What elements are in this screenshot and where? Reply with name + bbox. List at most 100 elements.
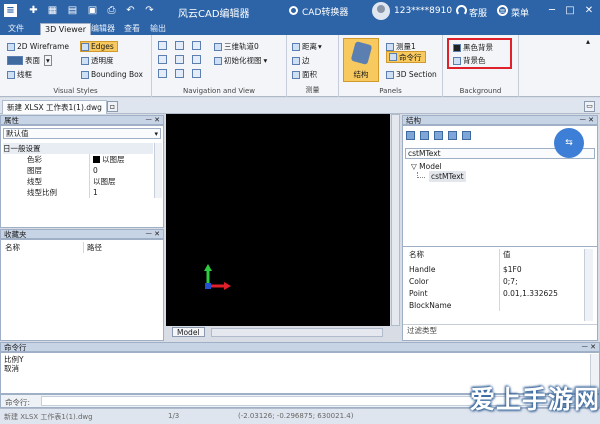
bounding-box-icon — [81, 70, 89, 79]
splitter[interactable] — [403, 246, 597, 247]
prop-value[interactable]: 以图层 — [93, 154, 125, 165]
3d-viewport[interactable] — [166, 114, 390, 326]
cad-converter-link[interactable]: CAD转换器 — [302, 5, 348, 18]
zoom-out-icon[interactable] — [192, 55, 201, 64]
document-tab[interactable]: 新建 XLSX 工作表1(1).dwg — [2, 100, 107, 114]
group-navigation: 三维轨道0 初始化视图 ▾ Navigation and View — [152, 35, 287, 97]
prop-value[interactable]: 0 — [93, 165, 98, 176]
status-coords: (-2.03126; -0.296875; 630021.4) — [238, 412, 354, 420]
orbit-button[interactable]: 三维轨道0 — [214, 41, 259, 52]
tab-menu-icon[interactable]: ▫ — [107, 101, 118, 112]
grid-icon[interactable]: ▦ — [46, 4, 59, 17]
tab-3d-viewer[interactable]: 3D Viewer — [40, 23, 91, 35]
3d-section-label: 3D Section — [396, 70, 437, 79]
collapse-panel-icon[interactable]: ⇆ — [554, 128, 584, 158]
grid-icon[interactable] — [434, 131, 443, 140]
structure-title: 结构 — [406, 116, 421, 125]
chevron-down-icon: ▾ — [154, 130, 158, 138]
prop-value[interactable]: 0.01,1.332625 — [503, 288, 558, 299]
export-icon[interactable] — [448, 131, 457, 140]
pin-icon[interactable]: ᅳ ✕ — [145, 116, 160, 125]
transparency-label: 透明度 — [91, 56, 114, 65]
undo-icon[interactable]: ↶ — [124, 4, 137, 17]
tab-file[interactable]: 文件 — [4, 23, 28, 35]
panels-label: Panels — [379, 87, 402, 95]
props-scrollbar[interactable] — [584, 249, 593, 321]
zoom-window-icon[interactable] — [175, 55, 184, 64]
columns-icon[interactable] — [420, 131, 429, 140]
structure-button[interactable]: 结构 — [343, 38, 379, 82]
menu-link[interactable]: 菜单 — [511, 6, 529, 19]
user-id[interactable]: 123****8910 — [394, 6, 452, 16]
section-general[interactable]: 日一般设置 — [3, 143, 153, 154]
save-icon[interactable]: ▣ — [86, 4, 99, 17]
list-icon[interactable] — [406, 131, 415, 140]
command-title: 命令行 — [4, 343, 27, 352]
tree-child[interactable]: cstMText — [429, 171, 466, 182]
edges-label: Edges — [91, 42, 114, 51]
rotate-icon[interactable] — [158, 69, 167, 78]
tab-editor[interactable]: 编辑器 — [87, 23, 119, 35]
pin-icon[interactable]: ᅳ ✕ — [579, 116, 594, 125]
close-icon[interactable]: ✕ — [583, 5, 595, 17]
close-doc-icon[interactable]: ▭ — [584, 101, 595, 112]
prop-value[interactable]: 1 — [93, 187, 98, 198]
pin-icon[interactable]: ᅳ ✕ — [145, 230, 160, 239]
navigation-label: Navigation and View — [183, 87, 255, 95]
edge-button[interactable]: 边 — [292, 55, 310, 66]
vertical-scrollbar[interactable] — [391, 114, 400, 326]
menu-icon: ≡ — [497, 5, 508, 16]
zoom-extents-icon[interactable] — [192, 69, 201, 78]
zoom-icon[interactable] — [175, 41, 184, 50]
structure-icon — [350, 41, 373, 65]
prop-value[interactable]: 以图层 — [93, 176, 116, 187]
edge-label: 边 — [302, 56, 310, 65]
pin-icon[interactable]: ᅳ ✕ — [581, 343, 596, 352]
edges-button[interactable]: Edges — [80, 41, 118, 52]
transparency-button[interactable]: 透明度 — [81, 55, 114, 66]
tree-root-label: Model — [419, 162, 442, 171]
favorites-col-name: 名称 — [5, 243, 20, 252]
3d-section-button[interactable]: 3D Section — [386, 69, 437, 80]
zoom-in-icon[interactable] — [192, 41, 201, 50]
area-button[interactable]: 面积 — [292, 69, 317, 80]
command-header: 命令行 ᅳ ✕ — [0, 342, 600, 352]
init-view-button[interactable]: 初始化视图 ▾ — [214, 55, 267, 66]
favorites-panel: 名称 路径 — [0, 239, 164, 341]
filter-input[interactable]: 过滤类型 — [403, 324, 597, 336]
service-link[interactable]: 客服 — [469, 6, 487, 19]
command-icon — [389, 53, 397, 61]
bounding-box-button[interactable]: Bounding Box — [81, 69, 143, 80]
print-icon[interactable]: ⎙ — [105, 4, 118, 17]
surface-dropdown[interactable]: 表面 ▾ — [7, 55, 52, 66]
ribbon-collapse-icon[interactable]: ▴ — [586, 37, 590, 46]
fit-icon[interactable] — [158, 55, 167, 64]
pan-icon[interactable] — [158, 41, 167, 50]
open-icon[interactable]: ▤ — [66, 4, 79, 17]
prop-value-text: 以图层 — [102, 155, 125, 164]
distance-button[interactable]: 距离 ▾ — [292, 41, 322, 52]
tab-view[interactable]: 查看 — [120, 23, 144, 35]
avatar[interactable] — [372, 2, 390, 20]
maximize-icon[interactable]: □ — [564, 5, 576, 17]
filter-icon[interactable] — [462, 131, 471, 140]
lines-icon — [7, 70, 15, 79]
prop-value[interactable]: 0;7; — [503, 276, 518, 287]
wireframe-button[interactable]: 2D Wireframe — [7, 41, 69, 52]
area-label: 面积 — [302, 70, 317, 79]
lines-button[interactable]: 线框 — [7, 69, 32, 80]
app-window: ≡ ✚ ▦ ▤ ▣ ⎙ ↶ ↷ 风云CAD编辑器 CAD转换器 123****8… — [0, 0, 600, 424]
redo-icon[interactable]: ↷ — [143, 4, 156, 17]
tab-output[interactable]: 输出 — [146, 23, 170, 35]
command-line-button[interactable]: 命令行 — [386, 51, 426, 63]
horizontal-scrollbar[interactable] — [211, 328, 383, 337]
properties-selector[interactable]: 默认值 ▾ — [3, 128, 161, 139]
minimize-icon[interactable]: ─ — [546, 5, 558, 17]
new-file-icon[interactable]: ✚ — [27, 4, 40, 17]
model-tab[interactable]: Model — [172, 327, 205, 337]
title-bar: ≡ ✚ ▦ ▤ ▣ ⎙ ↶ ↷ 风云CAD编辑器 CAD转换器 123****8… — [0, 0, 600, 22]
refresh-icon[interactable] — [175, 69, 184, 78]
favorites-title: 收藏夹 — [4, 230, 27, 239]
properties-scrollbar[interactable] — [154, 143, 162, 198]
prop-value[interactable]: $1F0 — [503, 264, 522, 275]
